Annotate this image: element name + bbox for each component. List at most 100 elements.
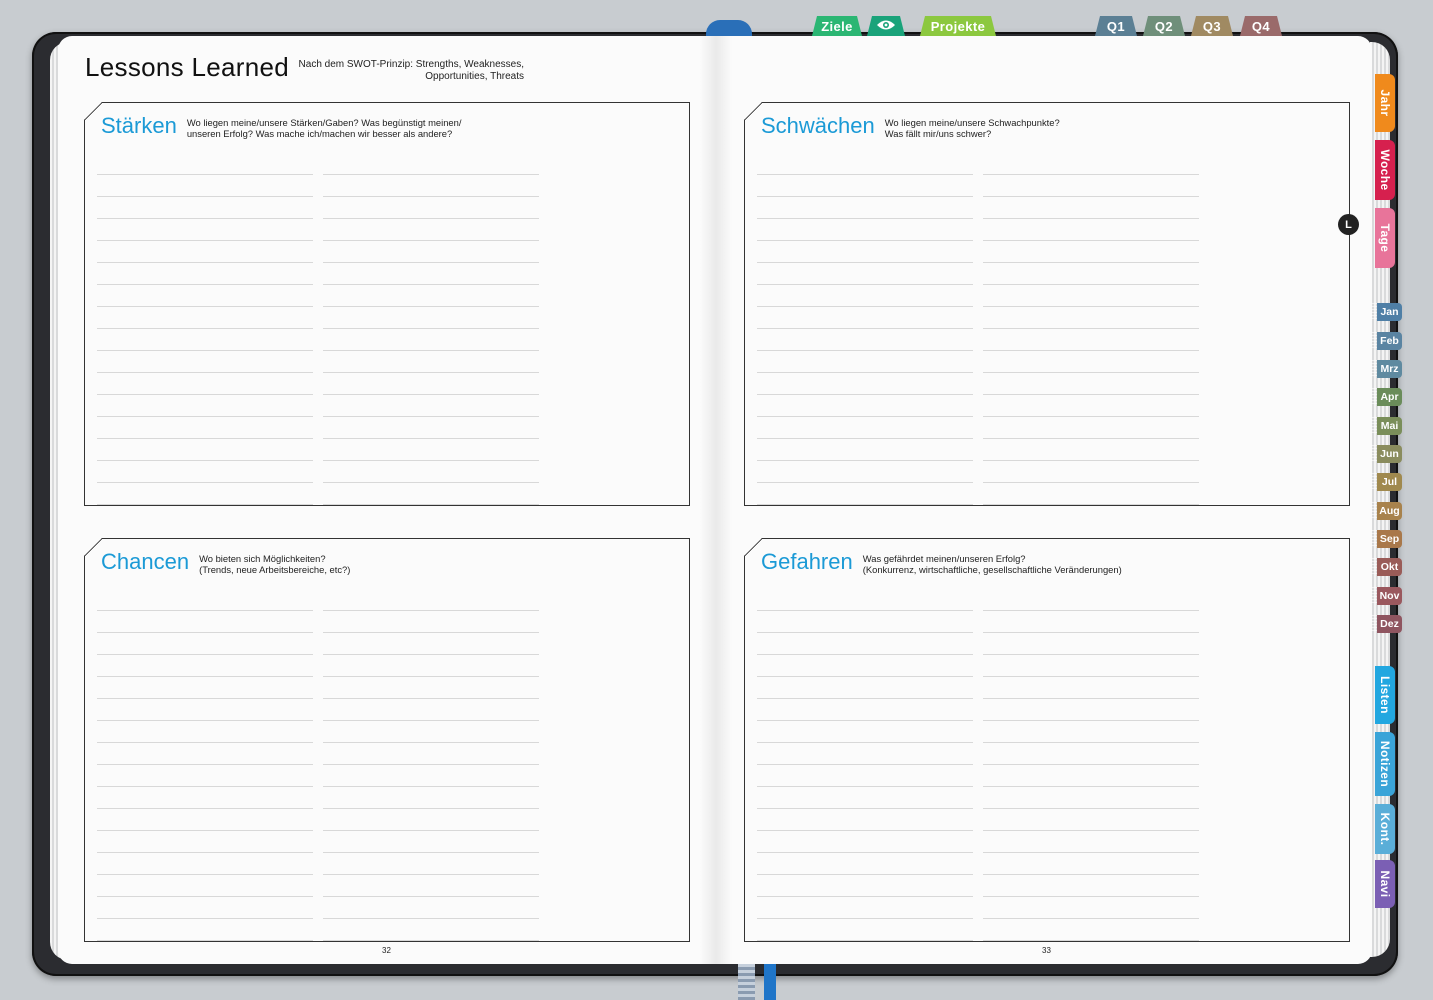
writing-line[interactable]	[757, 853, 973, 875]
line-column[interactable]	[757, 153, 973, 505]
writing-line[interactable]	[983, 263, 1199, 285]
writing-line[interactable]	[97, 483, 313, 505]
writing-line[interactable]	[97, 175, 313, 197]
writing-line[interactable]	[757, 197, 973, 219]
tab-kontakte[interactable]: Kont.	[1375, 804, 1395, 854]
writing-line[interactable]	[97, 743, 313, 765]
writing-line[interactable]	[983, 831, 1199, 853]
writing-line[interactable]	[323, 853, 539, 875]
tab-navi[interactable]: Navi	[1375, 860, 1395, 908]
writing-line[interactable]	[757, 483, 973, 505]
writing-line[interactable]	[983, 461, 1199, 483]
writing-line[interactable]	[983, 721, 1199, 743]
tab-q3[interactable]: Q3	[1191, 16, 1233, 36]
writing-line[interactable]	[97, 351, 313, 373]
tab-month-apr[interactable]: Apr	[1371, 388, 1402, 406]
writing-line[interactable]	[757, 787, 973, 809]
writing-line[interactable]	[983, 765, 1199, 787]
writing-line[interactable]	[757, 285, 973, 307]
writing-line[interactable]	[757, 721, 973, 743]
writing-line[interactable]	[97, 285, 313, 307]
writing-line[interactable]	[323, 417, 539, 439]
tab-woche[interactable]: Woche	[1375, 140, 1395, 200]
writing-line[interactable]	[323, 285, 539, 307]
writing-line[interactable]	[983, 153, 1199, 175]
writing-line[interactable]	[97, 439, 313, 461]
writing-line[interactable]	[757, 307, 973, 329]
writing-line[interactable]	[97, 461, 313, 483]
writing-line[interactable]	[983, 787, 1199, 809]
writing-line[interactable]	[323, 655, 539, 677]
tab-notizen[interactable]: Notizen	[1375, 732, 1395, 796]
writing-line[interactable]	[97, 655, 313, 677]
writing-line[interactable]	[983, 285, 1199, 307]
line-column[interactable]	[983, 153, 1199, 505]
writing-line[interactable]	[323, 897, 539, 919]
writing-line[interactable]	[323, 307, 539, 329]
writing-line[interactable]	[97, 875, 313, 897]
tab-month-dez[interactable]: Dez	[1371, 615, 1402, 633]
writing-line[interactable]	[983, 809, 1199, 831]
writing-line[interactable]	[97, 395, 313, 417]
tab-month-feb[interactable]: Feb	[1371, 332, 1402, 350]
writing-line[interactable]	[323, 241, 539, 263]
writing-line[interactable]	[323, 787, 539, 809]
writing-line[interactable]	[97, 611, 313, 633]
writing-line[interactable]	[983, 351, 1199, 373]
tab-listen[interactable]: Listen	[1375, 666, 1395, 724]
writing-line[interactable]	[97, 417, 313, 439]
writing-line[interactable]	[983, 655, 1199, 677]
writing-line[interactable]	[97, 329, 313, 351]
tab-projekte[interactable]: Projekte	[920, 16, 996, 36]
writing-line[interactable]	[757, 153, 973, 175]
writing-line[interactable]	[757, 351, 973, 373]
tab-tage[interactable]: Tage	[1375, 208, 1395, 268]
writing-line[interactable]	[323, 439, 539, 461]
writing-line[interactable]	[757, 655, 973, 677]
writing-line[interactable]	[323, 351, 539, 373]
writing-line[interactable]	[983, 175, 1199, 197]
writing-line[interactable]	[97, 787, 313, 809]
writing-line[interactable]	[323, 395, 539, 417]
writing-line[interactable]	[323, 721, 539, 743]
tab-vision[interactable]	[867, 16, 905, 36]
writing-line[interactable]	[97, 853, 313, 875]
writing-line[interactable]	[97, 831, 313, 853]
writing-line[interactable]	[983, 373, 1199, 395]
writing-line[interactable]	[97, 373, 313, 395]
writing-line[interactable]	[323, 329, 539, 351]
writing-line[interactable]	[97, 809, 313, 831]
writing-line[interactable]	[983, 439, 1199, 461]
tab-month-okt[interactable]: Okt	[1371, 558, 1402, 576]
writing-line[interactable]	[323, 809, 539, 831]
writing-line[interactable]	[983, 483, 1199, 505]
tab-ziele[interactable]: Ziele	[812, 16, 862, 36]
writing-line[interactable]	[757, 919, 973, 941]
writing-line[interactable]	[757, 743, 973, 765]
writing-line[interactable]	[757, 329, 973, 351]
writing-line[interactable]	[323, 219, 539, 241]
tab-month-sep[interactable]: Sep	[1371, 530, 1402, 548]
writing-line[interactable]	[757, 263, 973, 285]
writing-line[interactable]	[323, 875, 539, 897]
writing-line[interactable]	[97, 677, 313, 699]
writing-line[interactable]	[757, 241, 973, 263]
writing-line[interactable]	[757, 765, 973, 787]
writing-line[interactable]	[983, 875, 1199, 897]
tab-month-nov[interactable]: Nov	[1371, 587, 1402, 605]
writing-line[interactable]	[757, 461, 973, 483]
writing-line[interactable]	[323, 633, 539, 655]
writing-line[interactable]	[983, 219, 1199, 241]
writing-line[interactable]	[983, 395, 1199, 417]
writing-line[interactable]	[757, 395, 973, 417]
writing-line[interactable]	[323, 373, 539, 395]
writing-line[interactable]	[757, 897, 973, 919]
writing-line[interactable]	[757, 439, 973, 461]
writing-line[interactable]	[97, 721, 313, 743]
writing-line[interactable]	[757, 589, 973, 611]
writing-line[interactable]	[757, 875, 973, 897]
writing-line[interactable]	[97, 699, 313, 721]
writing-line[interactable]	[983, 853, 1199, 875]
tab-month-jan[interactable]: Jan	[1371, 303, 1402, 321]
writing-line[interactable]	[97, 241, 313, 263]
